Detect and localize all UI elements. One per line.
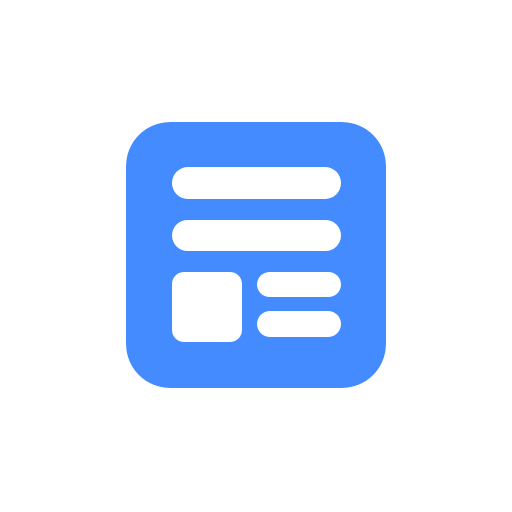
text-line-short-1 bbox=[257, 272, 341, 297]
headline-bar-top bbox=[172, 167, 341, 199]
headline-bar-second bbox=[172, 220, 341, 251]
image-block bbox=[172, 272, 242, 342]
icon-background bbox=[126, 122, 386, 388]
text-line-short-2 bbox=[257, 311, 341, 337]
news-layout-icon-graphic bbox=[126, 122, 386, 388]
news-layout-icon[interactable] bbox=[126, 122, 386, 388]
icon-canvas bbox=[0, 0, 512, 512]
